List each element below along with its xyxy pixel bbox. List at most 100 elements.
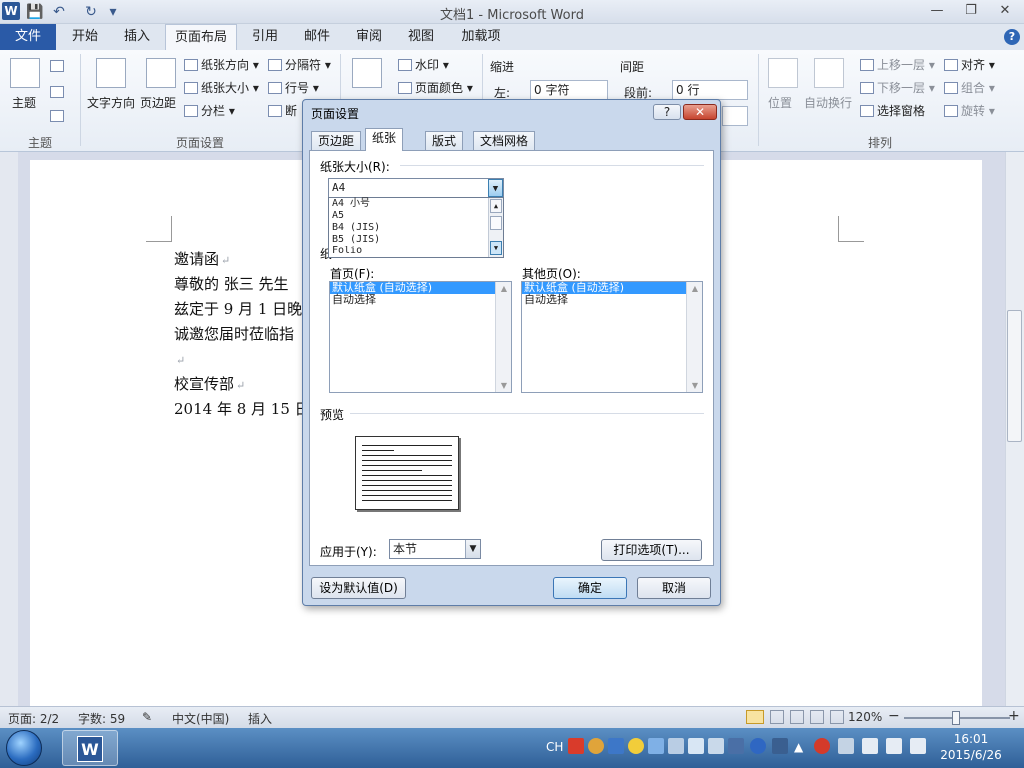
theme-colors-icon[interactable] xyxy=(50,60,64,72)
margins-button[interactable]: 页边距 xyxy=(140,94,176,111)
print-options-button[interactable]: 打印选项(T)... xyxy=(601,539,702,561)
page-count[interactable]: 页面: 2/2 xyxy=(8,710,59,727)
close-window-button[interactable]: ✕ xyxy=(992,2,1018,20)
scroll-down-icon[interactable]: ▼ xyxy=(496,381,512,390)
chevron-down-icon[interactable]: ▼ xyxy=(488,179,503,197)
list-item[interactable]: A4 小号 xyxy=(329,198,503,210)
tab-margins[interactable]: 页边距 xyxy=(311,131,362,151)
line-numbers-button[interactable]: 行号 ▾ xyxy=(268,79,319,96)
tray-expand-icon[interactable]: ▲ xyxy=(794,740,803,754)
paper-size-select[interactable]: A4 ▼ xyxy=(328,178,504,198)
margins-icon[interactable] xyxy=(146,58,176,88)
tab-file[interactable]: 文件 xyxy=(0,24,56,50)
zoom-level[interactable]: 120% xyxy=(848,710,882,724)
dropdown-scroll-thumb[interactable] xyxy=(490,216,502,230)
language-indicator[interactable]: 中文(中国) xyxy=(172,710,229,727)
tab-layout[interactable]: 版式 xyxy=(425,131,464,151)
action-center-icon[interactable] xyxy=(862,738,878,754)
ime-mode-icon[interactable] xyxy=(568,738,584,754)
spacing-before-input[interactable]: 0 行 xyxy=(672,80,748,100)
help-icon[interactable] xyxy=(750,738,766,754)
tab-review[interactable]: 审阅 xyxy=(346,24,392,50)
start-button[interactable] xyxy=(6,730,42,766)
scroll-up-icon[interactable]: ▲ xyxy=(496,284,512,293)
help-icon[interactable]: ? xyxy=(1004,29,1020,45)
moon-icon[interactable] xyxy=(628,738,644,754)
bring-forward-button[interactable]: 上移一层 ▾ xyxy=(860,56,935,73)
list-item[interactable]: B4 (JIS) xyxy=(329,222,503,234)
doc-line[interactable]: 兹定于 9 月 1 日晚 xyxy=(174,298,302,319)
scroll-up-icon[interactable]: ▲ xyxy=(490,199,502,213)
tab-references[interactable]: 引用 xyxy=(242,24,288,50)
list-item[interactable]: A5 xyxy=(329,210,503,222)
tab-home[interactable]: 开始 xyxy=(62,24,108,50)
scroll-down-icon[interactable]: ▼ xyxy=(687,381,703,390)
doc-line[interactable]: ↵ xyxy=(174,350,185,368)
ok-button[interactable]: 确定 xyxy=(553,577,627,599)
proofing-icon[interactable]: ✎ xyxy=(142,710,152,724)
breaks-button[interactable]: 分隔符 ▾ xyxy=(268,56,331,73)
indent-left-input[interactable]: 0 字符 xyxy=(530,80,608,100)
list-item[interactable]: 自动选择 xyxy=(330,294,511,306)
doc-line[interactable]: 2014 年 8 月 15 日 xyxy=(174,398,310,419)
doc-line[interactable]: 诚邀您届时莅临指 xyxy=(174,323,294,344)
page-borders-icon[interactable] xyxy=(352,58,382,88)
ime-fullwidth-icon[interactable] xyxy=(608,738,624,754)
vertical-scroll-thumb[interactable] xyxy=(1007,310,1022,442)
maximize-button[interactable]: ❐ xyxy=(958,2,984,20)
ime-settings-icon[interactable] xyxy=(728,738,744,754)
chevron-down-icon[interactable]: ▼ xyxy=(465,540,480,558)
ime-symbol-icon[interactable] xyxy=(648,738,664,754)
watermark-button[interactable]: 水印 ▾ xyxy=(398,56,449,73)
columns-button[interactable]: 分栏 ▾ xyxy=(184,102,235,119)
volume-icon[interactable] xyxy=(910,738,926,754)
text-direction-button[interactable]: 文字方向 xyxy=(87,94,135,111)
themes-icon[interactable] xyxy=(10,58,40,88)
web-layout-view-icon[interactable] xyxy=(790,710,804,724)
tab-addins[interactable]: 加载项 xyxy=(452,24,510,50)
tab-page-layout[interactable]: 页面布局 xyxy=(165,24,237,50)
tab-mailings[interactable]: 邮件 xyxy=(294,24,340,50)
list-item[interactable]: 自动选择 xyxy=(522,294,702,306)
dialog-close-button[interactable]: ✕ xyxy=(683,104,717,120)
draft-view-icon[interactable] xyxy=(830,710,844,724)
themes-button[interactable]: 主题 xyxy=(12,94,36,111)
tab-document-grid[interactable]: 文档网格 xyxy=(473,131,536,151)
spacing-after-input[interactable] xyxy=(722,106,748,126)
full-screen-view-icon[interactable] xyxy=(770,710,784,724)
dropdown-scrollbar[interactable]: ▲ ▼ xyxy=(488,198,503,257)
scroll-up-icon[interactable]: ▲ xyxy=(687,284,703,293)
ime-menu-icon[interactable] xyxy=(772,738,788,754)
minimize-button[interactable]: — xyxy=(924,2,950,20)
system-clock[interactable]: 16:01 2015/6/26 xyxy=(940,731,1002,763)
doc-line[interactable]: 尊敬的 张三 先生 xyxy=(174,273,289,294)
insert-mode-indicator[interactable]: 插入 xyxy=(248,710,272,727)
scroll-down-icon[interactable]: ▼ xyxy=(490,241,502,255)
list-item[interactable]: B5 (JIS) xyxy=(329,234,503,246)
send-backward-button[interactable]: 下移一层 ▾ xyxy=(860,79,935,96)
tab-view[interactable]: 视图 xyxy=(398,24,444,50)
size-button[interactable]: 纸张大小 ▾ xyxy=(184,79,259,96)
ime-indicator[interactable]: CH xyxy=(546,740,563,754)
doc-line[interactable]: 校宣传部 ↵ xyxy=(174,373,245,394)
page-color-button[interactable]: 页面颜色 ▾ xyxy=(398,79,473,96)
orientation-button[interactable]: 纸张方向 ▾ xyxy=(184,56,259,73)
keyboard-icon[interactable] xyxy=(668,738,684,754)
list-scrollbar[interactable]: ▲ ▼ xyxy=(686,282,702,392)
list-scrollbar[interactable]: ▲ ▼ xyxy=(495,282,511,392)
tab-paper[interactable]: 纸张 xyxy=(365,128,404,151)
wrap-text-button[interactable]: 自动换行 xyxy=(804,94,852,111)
set-default-button[interactable]: 设为默认值(D) xyxy=(311,577,406,599)
print-layout-view-icon[interactable] xyxy=(746,710,764,724)
security-alert-icon[interactable] xyxy=(814,738,830,754)
list-item[interactable]: Folio xyxy=(329,246,503,256)
theme-fonts-icon[interactable] xyxy=(50,86,64,98)
apply-to-select[interactable]: 本节 ▼ xyxy=(389,539,481,559)
taskbar-word-button[interactable]: W xyxy=(62,730,118,766)
align-button[interactable]: 对齐 ▾ xyxy=(944,56,995,73)
ime-toolbox-icon[interactable] xyxy=(688,738,704,754)
zoom-in-button[interactable]: + xyxy=(1008,708,1020,724)
text-direction-icon[interactable] xyxy=(96,58,126,88)
dialog-help-button[interactable]: ? xyxy=(653,104,681,120)
selection-pane-button[interactable]: 选择窗格 xyxy=(860,102,925,119)
